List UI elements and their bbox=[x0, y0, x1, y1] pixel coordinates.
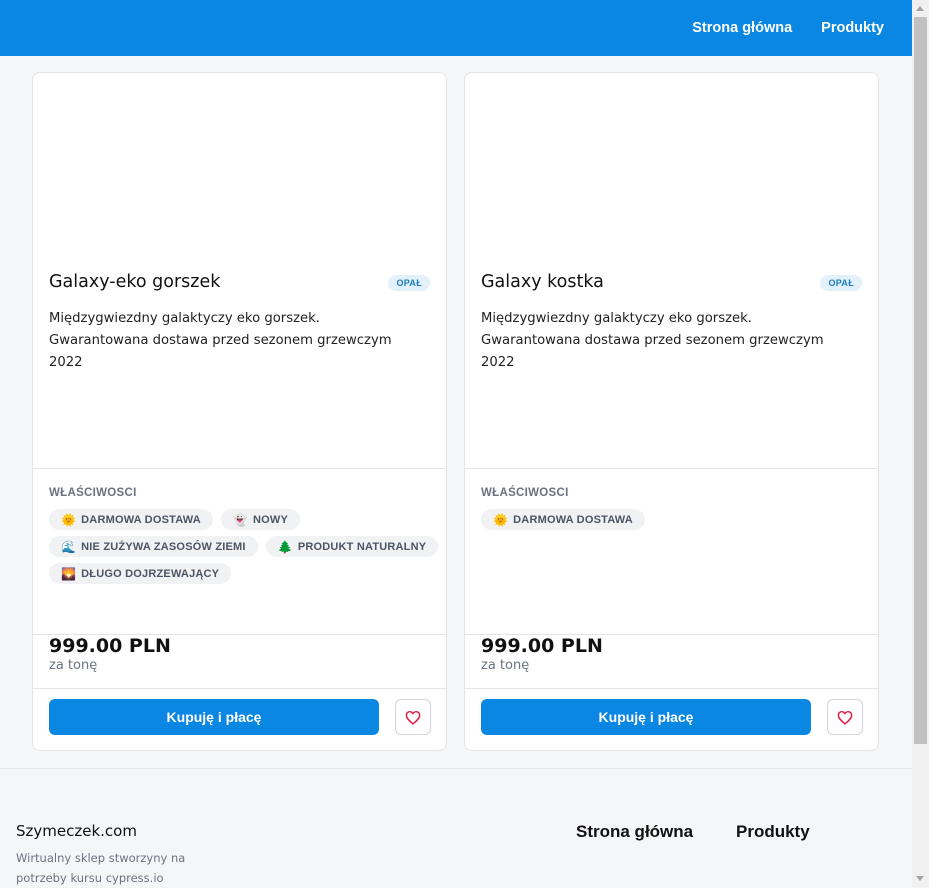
buy-button[interactable]: Kupuję i płacę bbox=[481, 699, 811, 735]
favorite-button[interactable] bbox=[395, 699, 431, 735]
footer: Szymeczek.com Wirtualny sklep stworzyny … bbox=[0, 768, 912, 888]
features-label: WŁAŚCIWOSCI bbox=[481, 487, 569, 499]
divider bbox=[465, 688, 878, 689]
price-unit: za tonę bbox=[49, 658, 98, 673]
top-navbar: Strona główna Produkty bbox=[0, 0, 912, 56]
divider bbox=[33, 468, 446, 469]
nav-home-link[interactable]: Strona główna bbox=[692, 20, 792, 36]
feature-tag: 🌲 PRODUKT NATURALNY bbox=[265, 536, 439, 557]
wave-icon: 🌊 bbox=[61, 539, 77, 554]
sunrise-icon: 🌄 bbox=[61, 566, 77, 581]
feature-label: NIE ZUŻYWA ZASOSÓW ZIEMI bbox=[81, 540, 246, 553]
features-list: 🌞 DARMOWA DOSTAWA 👻 NOWY 🌊 NIE ZUŻYWA ZA… bbox=[49, 509, 439, 584]
sun-icon: 🌞 bbox=[61, 512, 77, 527]
features-list: 🌞 DARMOWA DOSTAWA bbox=[481, 509, 871, 530]
product-title: Galaxy kostka bbox=[481, 272, 604, 292]
price-unit: za tonę bbox=[481, 658, 530, 673]
tree-icon: 🌲 bbox=[277, 539, 293, 554]
feature-tag: 🌞 DARMOWA DOSTAWA bbox=[481, 509, 645, 530]
category-badge: OPAŁ bbox=[388, 275, 430, 291]
footer-description: Wirtualny sklep stworzyny na potrzeby ku… bbox=[16, 851, 186, 885]
scrollbar-thumb[interactable] bbox=[914, 17, 927, 744]
nav-products-link[interactable]: Produkty bbox=[821, 20, 884, 36]
product-description: Międzygwiezdny galaktyczy eko gorszek. G… bbox=[481, 311, 824, 370]
sun-icon: 🌞 bbox=[493, 512, 509, 527]
feature-label: DARMOWA DOSTAWA bbox=[513, 513, 633, 526]
feature-tag: 👻 NOWY bbox=[220, 509, 301, 530]
footer-home-link[interactable]: Strona główna bbox=[576, 822, 693, 842]
product-price: 999.00 PLN bbox=[481, 635, 603, 657]
scroll-down-arrow-icon[interactable] bbox=[916, 876, 924, 881]
buy-button[interactable]: Kupuję i płacę bbox=[49, 699, 379, 735]
ghost-icon: 👻 bbox=[232, 512, 249, 527]
features-label: WŁAŚCIWOSCI bbox=[49, 487, 137, 499]
product-title: Galaxy-eko gorszek bbox=[49, 272, 221, 292]
feature-label: NOWY bbox=[253, 513, 289, 526]
heart-icon bbox=[837, 710, 853, 725]
heart-icon bbox=[405, 710, 421, 725]
category-badge: OPAŁ bbox=[820, 275, 862, 291]
feature-tag: 🌄 DŁUGO DOJRZEWAJĄCY bbox=[49, 563, 232, 584]
feature-label: PRODUKT NATURALNY bbox=[297, 540, 427, 553]
divider bbox=[33, 688, 446, 689]
scroll-up-arrow-icon[interactable] bbox=[916, 6, 924, 11]
footer-products-link[interactable]: Produkty bbox=[736, 822, 810, 842]
favorite-button[interactable] bbox=[827, 699, 863, 735]
vertical-scrollbar[interactable] bbox=[912, 0, 929, 887]
feature-label: DŁUGO DOJRZEWAJĄCY bbox=[81, 567, 220, 580]
product-card: Galaxy kostka OPAŁ Międzygwiezdny galakt… bbox=[464, 72, 879, 751]
divider bbox=[465, 468, 878, 469]
product-price: 999.00 PLN bbox=[49, 635, 171, 657]
product-card: Galaxy-eko gorszek OPAŁ Międzygwiezdny g… bbox=[32, 72, 447, 751]
feature-tag: 🌞 DARMOWA DOSTAWA bbox=[49, 509, 213, 530]
footer-brand: Szymeczek.com bbox=[16, 822, 137, 840]
feature-label: DARMOWA DOSTAWA bbox=[81, 513, 201, 526]
product-description: Międzygwiezdny galaktyczy eko gorszek. G… bbox=[49, 311, 392, 370]
feature-tag: 🌊 NIE ZUŻYWA ZASOSÓW ZIEMI bbox=[49, 536, 258, 557]
